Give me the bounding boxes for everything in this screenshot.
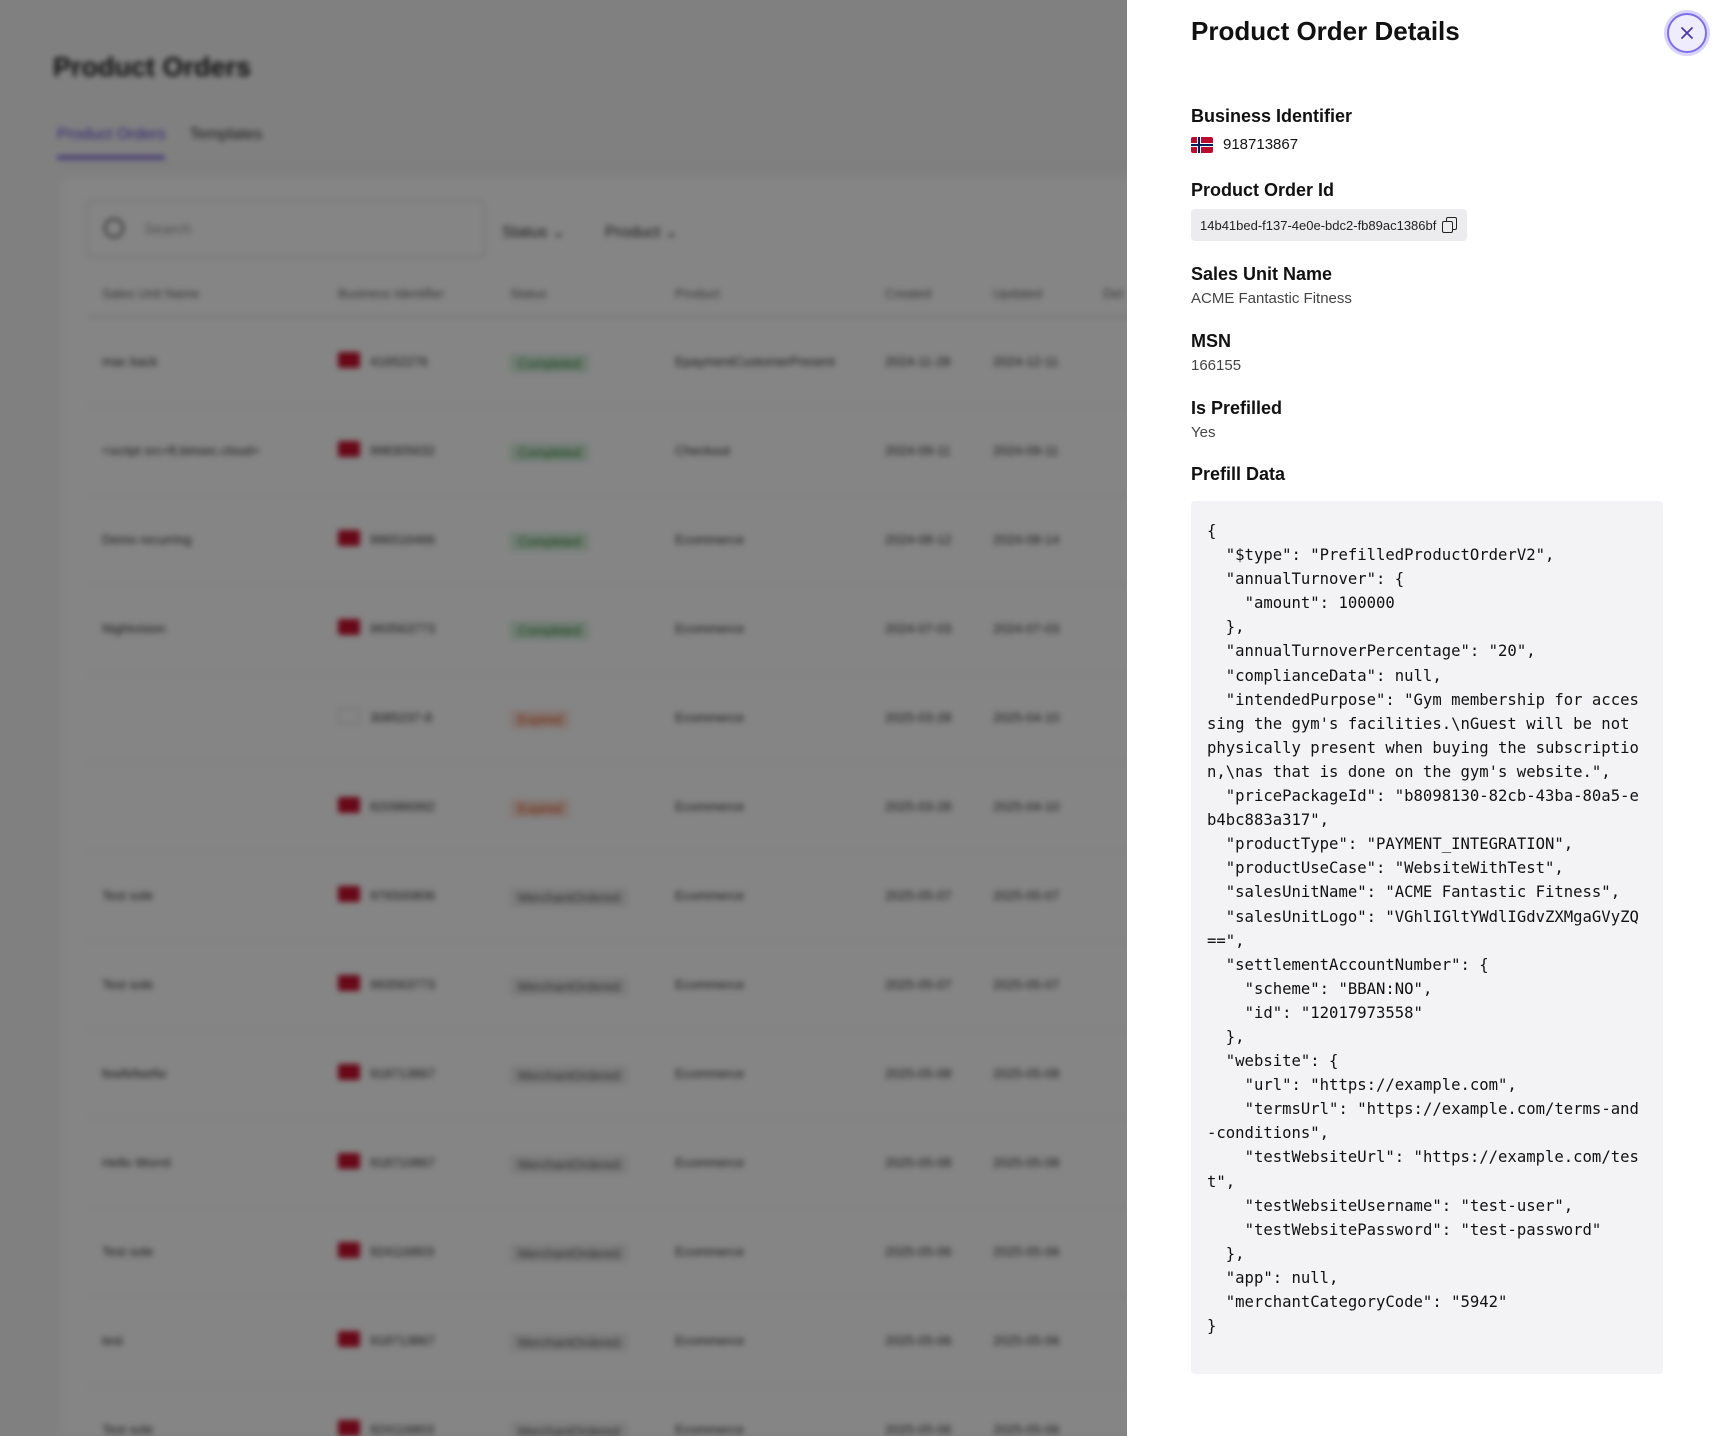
product-order-id-value: 14b41bed-f137-4e0e-bdc2-fb89ac1386bf [1200,217,1437,233]
business-identifier-row: 918713867 [1191,136,1298,153]
prefill-data-json: { "$type": "PrefilledProductOrderV2", "a… [1207,522,1639,1336]
sales-unit-name-label: Sales Unit Name [1191,264,1333,284]
copy-icon[interactable] [1442,217,1458,233]
drawer-title: Product Order Details [1191,16,1460,46]
prefill-data-code-block: { "$type": "PrefilledProductOrderV2", "a… [1191,501,1663,1374]
prefill-data-label: Prefill Data [1191,464,1286,484]
product-order-id-label: Product Order Id [1191,180,1335,200]
is-prefilled-value: Yes [1191,424,1216,441]
norway-flag-icon [1191,136,1213,153]
sales-unit-name-value: ACME Fantastic Fitness [1191,290,1352,307]
business-identifier-value: 918713867 [1223,136,1299,153]
business-identifier-label: Business Identifier [1191,106,1353,126]
close-icon [1681,27,1693,39]
product-order-details-drawer: Product Order Details Business Identifie… [1127,0,1721,1436]
is-prefilled-label: Is Prefilled [1191,398,1283,418]
close-button[interactable] [1667,13,1707,53]
msn-label: MSN [1191,331,1231,351]
product-order-id-chip: 14b41bed-f137-4e0e-bdc2-fb89ac1386bf [1191,209,1468,241]
msn-value: 166155 [1191,357,1242,374]
